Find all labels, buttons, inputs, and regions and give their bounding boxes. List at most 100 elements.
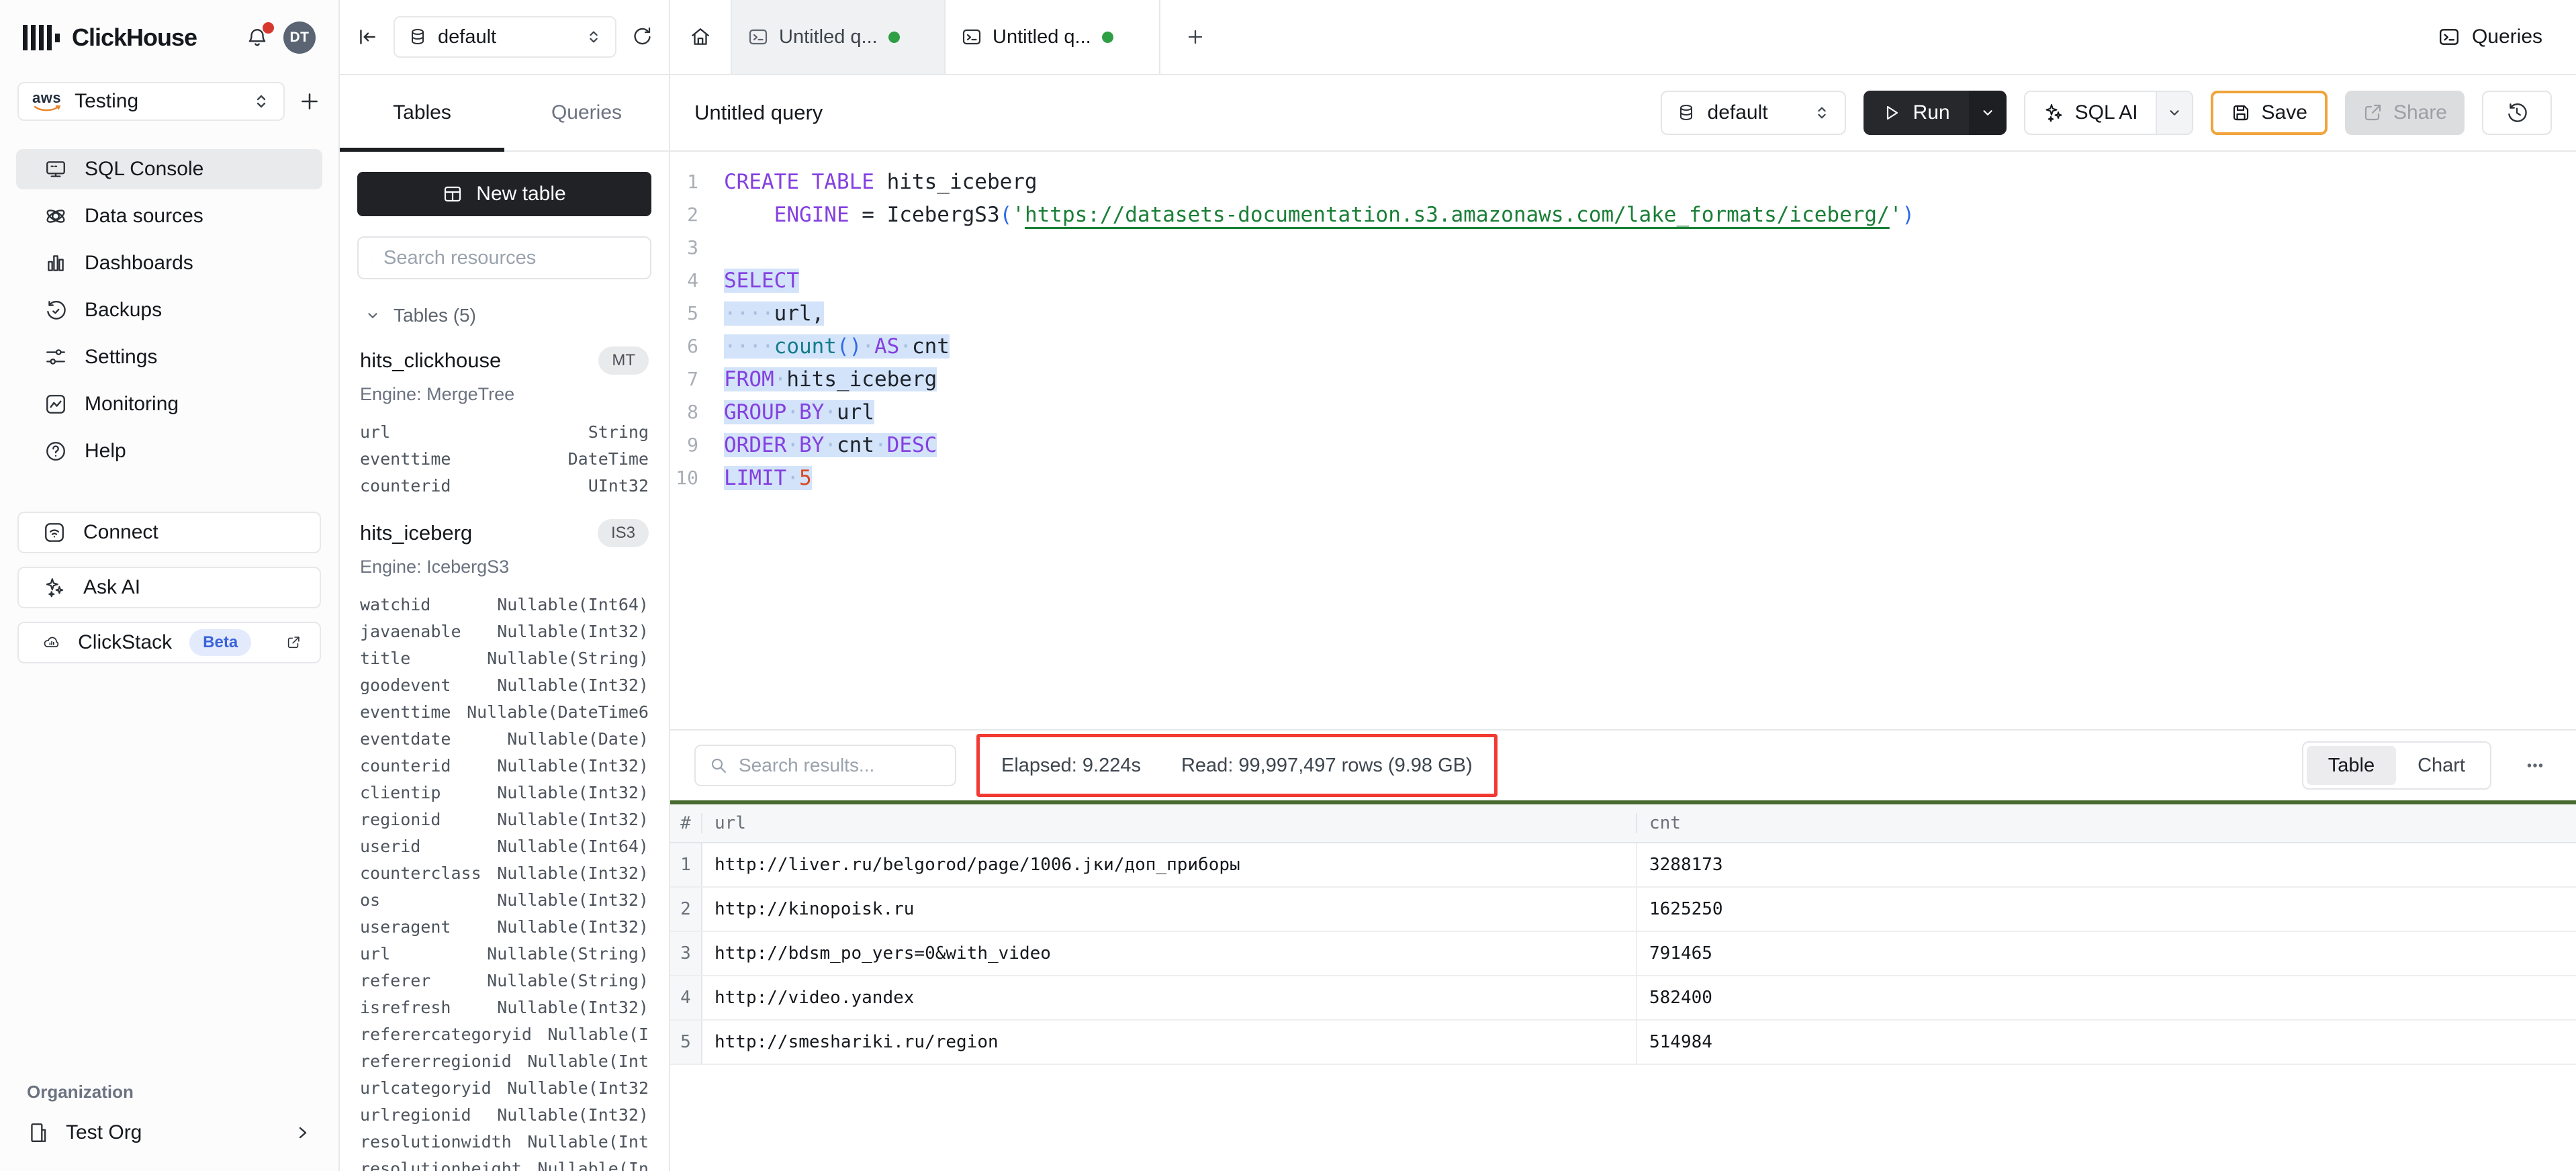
sidebar: ClickHouse DT aws Testing — [0, 0, 340, 1171]
column-row[interactable]: title Nullable(String) — [357, 645, 651, 671]
cell-cnt[interactable]: 514984 — [1637, 1021, 2576, 1064]
query-tab-1[interactable]: Untitled q... — [731, 0, 946, 74]
new-table-button[interactable]: New table — [357, 172, 651, 216]
query-title[interactable]: Untitled query — [694, 101, 823, 125]
column-row[interactable]: urlcategoryid Nullable(Int32 — [357, 1074, 651, 1101]
column-row[interactable]: watchid Nullable(Int64) — [357, 591, 651, 618]
save-button[interactable]: Save — [2211, 91, 2328, 135]
sidebar-item-backups[interactable]: Backups — [16, 290, 322, 330]
search-resources-input[interactable] — [383, 247, 637, 269]
column-row[interactable]: eventtime DateTime — [357, 445, 651, 472]
results-menu-button[interactable] — [2524, 754, 2546, 777]
column-row[interactable]: os Nullable(Int32) — [357, 886, 651, 913]
run-button[interactable]: Run — [1864, 91, 1969, 135]
cell-cnt[interactable]: 791465 — [1637, 932, 2576, 975]
sql-ai-button[interactable]: SQL AI — [2025, 92, 2156, 134]
column-row[interactable]: javaenable Nullable(Int32) — [357, 618, 651, 645]
table-row[interactable]: 2 http://kinopoisk.ru 1625250 — [670, 888, 2576, 932]
tab-queries[interactable]: Queries — [504, 75, 669, 150]
column-type: Nullable(Int32) — [497, 622, 649, 641]
cell-cnt[interactable]: 1625250 — [1637, 888, 2576, 931]
search-results-input[interactable] — [739, 755, 941, 776]
notifications-button[interactable] — [246, 26, 269, 49]
organization-switcher[interactable]: Test Org — [27, 1121, 312, 1144]
history-clock-icon — [2505, 101, 2528, 124]
column-row[interactable]: eventdate Nullable(Date) — [357, 725, 651, 752]
new-tab-button[interactable] — [1160, 0, 1230, 74]
tables-group-header[interactable]: Tables (5) — [357, 305, 651, 326]
database-selector[interactable]: default — [394, 16, 616, 58]
column-row[interactable]: refererregionid Nullable(Int — [357, 1047, 651, 1074]
home-icon — [689, 26, 712, 48]
table-row[interactable]: 4 http://video.yandex 582400 — [670, 976, 2576, 1021]
sparkles-icon — [43, 576, 66, 599]
column-row[interactable]: counterclass Nullable(Int32) — [357, 859, 651, 886]
column-row[interactable]: useragent Nullable(Int32) — [357, 913, 651, 940]
column-row[interactable]: resolutionheight Nullable(In — [357, 1155, 651, 1171]
column-type: Nullable(Int32) — [497, 756, 649, 776]
queries-button[interactable]: Queries — [2438, 0, 2542, 74]
column-row[interactable]: counterid Nullable(Int32) — [357, 752, 651, 779]
column-row[interactable]: url String — [357, 418, 651, 445]
sidebar-item-help[interactable]: Help — [16, 431, 322, 471]
header-index[interactable]: # — [670, 813, 702, 833]
run-options-button[interactable] — [1969, 91, 2007, 135]
cell-url[interactable]: http://smeshariki.ru/region — [702, 1021, 1637, 1064]
connect-button[interactable]: Connect — [17, 512, 321, 553]
table-name-row[interactable]: hits_clickhouse MT — [357, 346, 651, 375]
column-row[interactable]: clientip Nullable(Int32) — [357, 779, 651, 806]
cell-cnt[interactable]: 582400 — [1637, 976, 2576, 1019]
column-row[interactable]: goodevent Nullable(Int32) — [357, 671, 651, 698]
column-name: counterid — [360, 476, 588, 496]
toggle-table[interactable]: Table — [2307, 746, 2396, 785]
column-row[interactable]: counterid UInt32 — [357, 472, 651, 499]
sidebar-item-monitoring[interactable]: Monitoring — [16, 384, 322, 424]
header-cnt[interactable]: cnt — [1637, 813, 2576, 833]
sql-editor[interactable]: 1CREATE TABLE hits_iceberg2 ENGINE = Ice… — [670, 152, 2576, 729]
tab-tables[interactable]: Tables — [340, 75, 504, 150]
column-row[interactable]: userid Nullable(Int64) — [357, 833, 651, 859]
column-name: url — [360, 422, 588, 442]
table-row[interactable]: 1 http://liver.ru/belgorod/page/1006.jки… — [670, 843, 2576, 888]
home-button[interactable] — [689, 26, 712, 48]
avatar[interactable]: DT — [283, 21, 316, 54]
chevrons-updown-icon — [586, 29, 602, 45]
cell-cnt[interactable]: 3288173 — [1637, 843, 2576, 886]
column-row[interactable]: eventtime Nullable(DateTime6 — [357, 698, 651, 725]
toggle-chart[interactable]: Chart — [2396, 746, 2487, 785]
column-type: Nullable(String) — [487, 649, 649, 668]
table-row[interactable]: 5 http://smeshariki.ru/region 514984 — [670, 1021, 2576, 1065]
column-row[interactable]: urlregionid Nullable(Int32) — [357, 1101, 651, 1128]
cell-url[interactable]: http://kinopoisk.ru — [702, 888, 1637, 931]
table-name-row[interactable]: hits_iceberg IS3 — [357, 519, 651, 547]
sidebar-item-dashboards[interactable]: Dashboards — [16, 243, 322, 283]
column-row[interactable]: regionid Nullable(Int32) — [357, 806, 651, 833]
header-url[interactable]: url — [702, 813, 1637, 833]
sidebar-item-settings[interactable]: Settings — [16, 337, 322, 377]
add-workspace-button[interactable] — [298, 90, 321, 113]
column-row[interactable]: referer Nullable(String) — [357, 967, 651, 994]
column-row[interactable]: isrefresh Nullable(Int32) — [357, 994, 651, 1021]
cell-url[interactable]: http://video.yandex — [702, 976, 1637, 1019]
table-row[interactable]: 3 http://bdsm_po_yers=0&with_video 79146… — [670, 932, 2576, 976]
query-history-button[interactable] — [2482, 91, 2552, 135]
sql-ai-options-button[interactable] — [2156, 92, 2192, 134]
clickstack-button[interactable]: ClickStack Beta — [17, 622, 321, 663]
cell-url[interactable]: http://bdsm_po_yers=0&with_video — [702, 932, 1637, 975]
save-label: Save — [2262, 101, 2307, 124]
sidebar-item-data-sources[interactable]: Data sources — [16, 196, 322, 236]
share-button[interactable]: Share — [2345, 91, 2465, 135]
cell-url[interactable]: http://liver.ru/belgorod/page/1006.jки/д… — [702, 843, 1637, 886]
sidebar-item-sql-console[interactable]: SQL Console — [16, 149, 322, 189]
column-row[interactable]: resolutionwidth Nullable(Int — [357, 1128, 651, 1155]
collapse-sidebar-button[interactable] — [356, 26, 379, 48]
column-type: Nullable(Int32) — [497, 890, 649, 910]
refresh-button[interactable] — [631, 26, 653, 48]
cell-index: 1 — [670, 843, 702, 886]
column-row[interactable]: url Nullable(String) — [357, 940, 651, 967]
workspace-select[interactable]: aws Testing — [17, 82, 285, 121]
ask-ai-button[interactable]: Ask AI — [17, 567, 321, 608]
query-tab-2[interactable]: Untitled q... — [946, 0, 1160, 74]
column-row[interactable]: referercategoryid Nullable(I — [357, 1021, 651, 1047]
editor-database-selector[interactable]: default — [1661, 91, 1846, 135]
